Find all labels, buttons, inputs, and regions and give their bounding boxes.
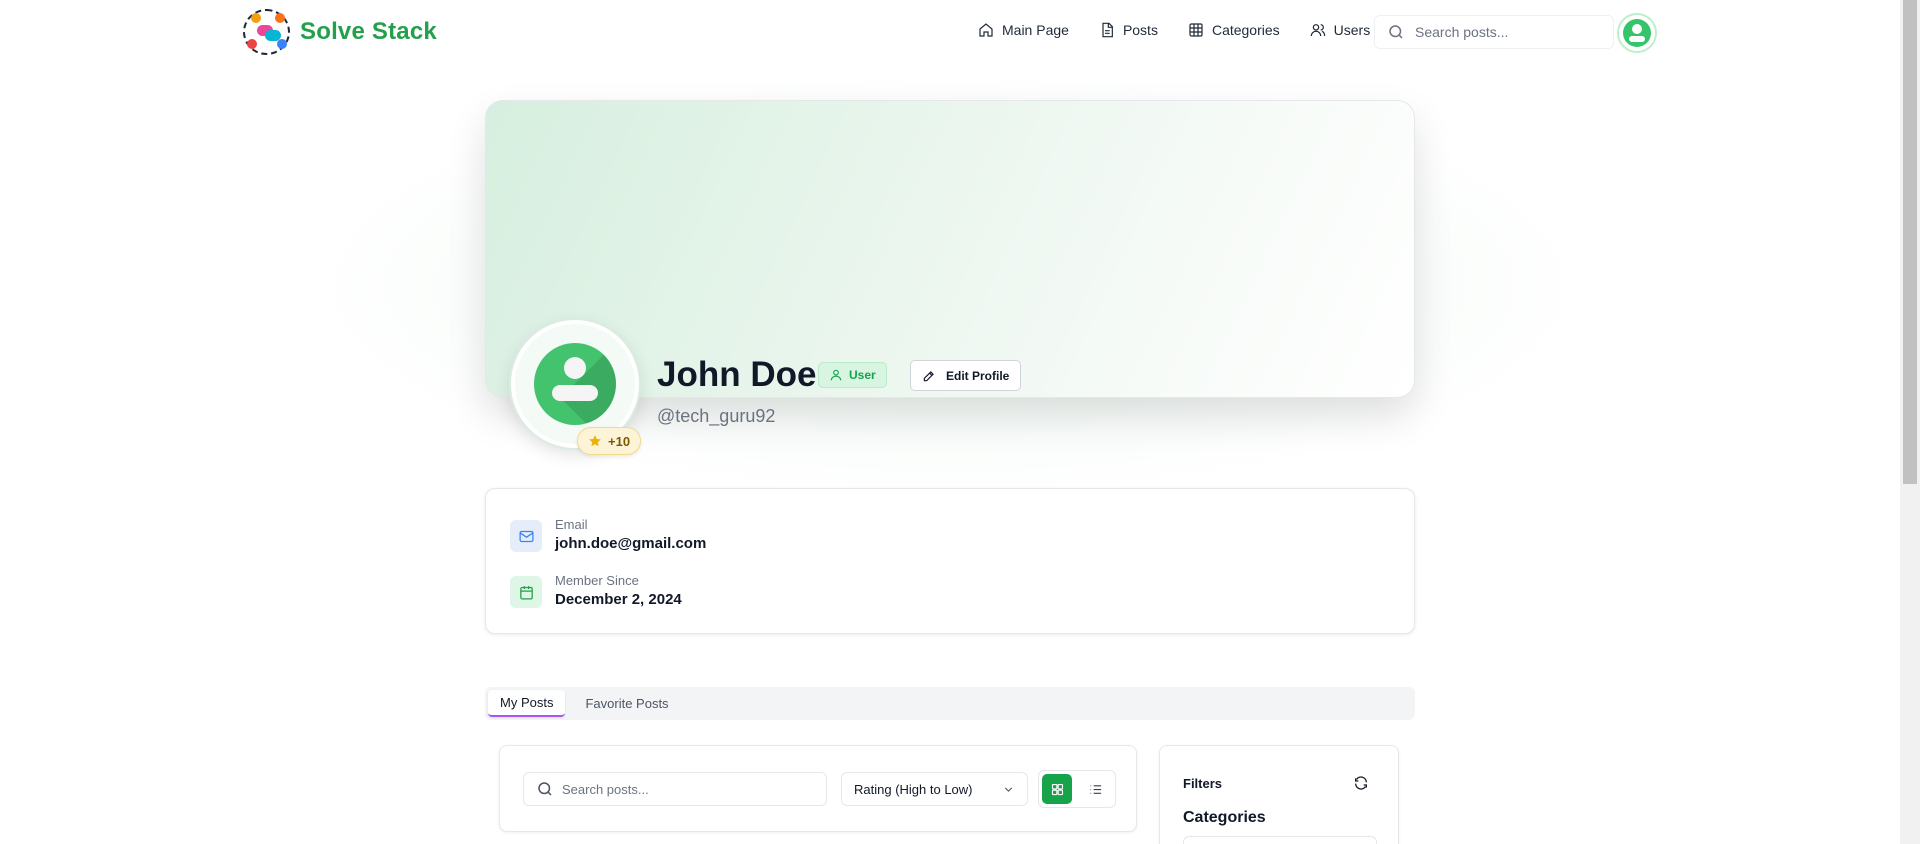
posts-search-box[interactable] [523, 772, 827, 806]
email-label: Email [555, 517, 588, 532]
grid-view-button[interactable] [1042, 774, 1072, 804]
star-icon [589, 435, 601, 447]
member-since-value: December 2, 2024 [555, 591, 682, 608]
view-mode-toggle [1038, 770, 1116, 808]
reset-filters-button[interactable] [1353, 775, 1371, 793]
profile-name: John Doe [657, 355, 817, 394]
mail-icon [510, 520, 542, 552]
user-avatar-button[interactable] [1617, 13, 1657, 53]
nav-users-label: Users [1333, 22, 1371, 38]
member-since-row: Member Since December 2, 2024 [510, 573, 682, 611]
filters-panel: Filters Categories [1159, 745, 1399, 844]
user-avatar-icon [1623, 19, 1651, 47]
users-icon [1310, 24, 1325, 37]
main-nav: Main Page Posts Categories Users [978, 20, 1400, 40]
posts-toolbar: Rating (High to Low) [499, 745, 1137, 832]
nav-main-page[interactable]: Main Page [978, 20, 1069, 40]
member-since-label: Member Since [555, 573, 639, 588]
nav-search-box[interactable] [1374, 15, 1614, 49]
filters-title: Filters [1183, 776, 1223, 791]
calendar-icon [510, 576, 542, 608]
home-icon [979, 23, 993, 37]
profile-tabs: My Posts Favorite Posts [485, 687, 1415, 720]
navbar: Solve Stack Main Page Posts Categories U… [0, 0, 1900, 64]
brand-logo-icon [243, 9, 290, 55]
grid-view-icon [1051, 783, 1063, 795]
list-view-button[interactable] [1080, 774, 1110, 804]
email-value: john.doe@gmail.com [555, 535, 707, 552]
page-scrollbar[interactable] [1900, 0, 1920, 844]
categories-select[interactable] [1183, 836, 1377, 844]
nav-categories-label: Categories [1211, 22, 1280, 38]
nav-categories[interactable]: Categories [1188, 20, 1280, 40]
search-icon [538, 782, 552, 796]
user-icon [830, 369, 842, 381]
tab-my-posts[interactable]: My Posts [488, 690, 566, 717]
tab-favorite-posts[interactable]: Favorite Posts [573, 690, 680, 717]
default-user-icon [534, 343, 616, 425]
points-value: +10 [608, 433, 631, 449]
list-view-icon [1090, 784, 1101, 794]
categories-heading: Categories [1183, 809, 1266, 826]
profile-username: @tech_guru92 [657, 406, 776, 426]
sort-select-value: Rating (High to Low) [854, 781, 973, 797]
brand-name: Solve Stack [300, 18, 437, 45]
chevron-down-icon [1004, 786, 1013, 792]
profile-info-card: Email john.doe@gmail.com Member Since De… [485, 488, 1415, 634]
email-row: Email john.doe@gmail.com [510, 517, 706, 555]
edit-profile-label: Edit Profile [946, 368, 1010, 383]
brand-logo-link[interactable]: Solve Stack [243, 9, 437, 55]
pencil-icon [923, 370, 934, 381]
nav-posts[interactable]: Posts [1099, 20, 1158, 40]
nav-posts-label: Posts [1122, 22, 1158, 38]
nav-search-input[interactable] [1415, 24, 1605, 40]
file-icon [1102, 22, 1113, 38]
edit-profile-button[interactable]: Edit Profile [910, 360, 1022, 391]
nav-users[interactable]: Users [1310, 20, 1371, 40]
role-badge: User [818, 362, 887, 388]
nav-main-page-label: Main Page [1002, 22, 1069, 38]
grid-icon [1189, 23, 1203, 37]
role-label: User [849, 368, 876, 382]
posts-search-input[interactable] [562, 781, 812, 797]
search-icon [1389, 25, 1403, 39]
refresh-icon [1355, 776, 1367, 790]
scrollbar-thumb[interactable] [1903, 0, 1917, 484]
points-badge: +10 [577, 427, 642, 455]
sort-select[interactable]: Rating (High to Low) [841, 772, 1028, 806]
